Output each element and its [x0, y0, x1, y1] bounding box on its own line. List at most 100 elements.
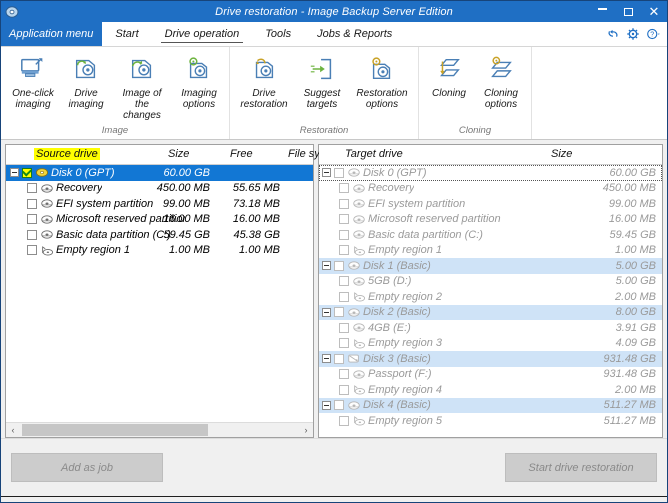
- source-row[interactable]: Recovery 450.00 MB 55.65 MB: [6, 181, 313, 197]
- row-checkbox[interactable]: [334, 400, 344, 411]
- source-horizontal-scrollbar[interactable]: ‹ ›: [6, 422, 313, 437]
- source-drive-list[interactable]: Disk 0 (GPT) 60.00 GB Recovery 450.00 MB 55.…: [6, 165, 313, 422]
- target-row[interactable]: Basic data partition (C:) 59.45 GB: [319, 227, 662, 243]
- target-row[interactable]: Disk 3 (Basic) 931.48 GB: [319, 351, 662, 367]
- source-row[interactable]: Empty region 1 1.00 MB 1.00 MB: [6, 243, 313, 259]
- scroll-right-button[interactable]: ›: [299, 423, 313, 437]
- target-row[interactable]: Disk 2 (Basic) 8.00 GB: [319, 304, 662, 320]
- add-as-job-button[interactable]: Add as job: [11, 453, 163, 482]
- cloning-button[interactable]: Cloning: [423, 50, 475, 99]
- source-row-free: 16.00 MB: [232, 213, 280, 226]
- source-row-free: 1.00 MB: [239, 244, 280, 257]
- target-row[interactable]: 4GB (E:) 3.91 GB: [319, 320, 662, 336]
- row-checkbox[interactable]: [339, 384, 349, 395]
- expand-collapse-toggle[interactable]: [322, 307, 331, 317]
- target-row[interactable]: Disk 4 (Basic) 511.27 MB: [319, 397, 662, 413]
- source-row-name: Empty region 1: [56, 244, 130, 257]
- target-drive-list[interactable]: Disk 0 (GPT) 60.00 GB Recovery 450.00 MB EFI…: [319, 165, 662, 437]
- source-row[interactable]: Microsoft reserved partition 16.00 MB 16.0…: [6, 212, 313, 228]
- close-button[interactable]: ✕: [641, 1, 667, 22]
- ribbon-group-cloning-label: Cloning: [458, 125, 492, 136]
- target-row[interactable]: EFI system partition 99.00 MB: [319, 196, 662, 212]
- drive-imaging-button[interactable]: Drive imaging: [61, 50, 111, 110]
- row-checkbox[interactable]: [339, 338, 349, 349]
- one-click-imaging-button[interactable]: One-click imaging: [5, 50, 61, 110]
- row-checkbox[interactable]: [339, 322, 349, 333]
- row-checkbox[interactable]: [334, 260, 344, 271]
- one-click-imaging-icon: [18, 52, 48, 86]
- target-row[interactable]: Disk 0 (GPT) 60.00 GB: [319, 165, 662, 181]
- row-checkbox[interactable]: [22, 167, 32, 178]
- start-drive-restoration-button[interactable]: Start drive restoration: [505, 453, 657, 482]
- row-checkbox[interactable]: [339, 276, 349, 287]
- row-checkbox[interactable]: [339, 214, 349, 225]
- column-header-target-size[interactable]: Size: [551, 148, 572, 160]
- minimize-button[interactable]: [589, 1, 615, 29]
- target-row-name: Empty region 3: [368, 337, 442, 350]
- expand-collapse-toggle[interactable]: [322, 354, 331, 364]
- help-icon[interactable]: ?: [646, 27, 660, 41]
- expand-collapse-toggle[interactable]: [322, 168, 331, 178]
- row-checkbox[interactable]: [339, 183, 349, 194]
- tab-drive-operation[interactable]: Drive operation: [152, 22, 253, 46]
- target-row[interactable]: Disk 1 (Basic) 5.00 GB: [319, 258, 662, 274]
- scroll-thumb[interactable]: [22, 424, 208, 436]
- target-row[interactable]: Empty region 4 2.00 MB: [319, 382, 662, 398]
- expand-collapse-toggle[interactable]: [322, 400, 331, 410]
- drive-restoration-button[interactable]: Drive restoration: [234, 50, 294, 110]
- target-row[interactable]: Microsoft reserved partition 16.00 MB: [319, 212, 662, 228]
- row-checkbox[interactable]: [334, 353, 344, 364]
- row-checkbox[interactable]: [339, 291, 349, 302]
- source-row-size: 99.00 MB: [162, 197, 210, 210]
- imaging-options-label: Imaging options: [181, 88, 217, 110]
- target-row[interactable]: Empty region 2 2.00 MB: [319, 289, 662, 305]
- row-checkbox[interactable]: [334, 167, 344, 178]
- row-checkbox[interactable]: [334, 307, 344, 318]
- row-checkbox[interactable]: [27, 198, 37, 209]
- row-checkbox[interactable]: [27, 229, 37, 240]
- imaging-options-button[interactable]: Imaging options: [173, 50, 225, 110]
- row-checkbox[interactable]: [27, 214, 37, 225]
- tab-jobs-reports[interactable]: Jobs & Reports: [304, 22, 405, 46]
- target-row[interactable]: Empty region 3 4.09 GB: [319, 336, 662, 352]
- suggest-targets-button[interactable]: Suggest targets: [294, 50, 350, 110]
- status-bar: [1, 496, 667, 502]
- row-checkbox[interactable]: [27, 183, 37, 194]
- tab-tools[interactable]: Tools: [252, 22, 304, 46]
- column-header-free[interactable]: Free: [230, 148, 253, 160]
- image-of-changes-button[interactable]: Image of the changes: [111, 50, 173, 121]
- cloning-options-button[interactable]: Cloning options: [475, 50, 527, 110]
- target-row-size: 16.00 MB: [608, 213, 656, 226]
- target-row[interactable]: Recovery 450.00 MB: [319, 181, 662, 197]
- target-row[interactable]: Empty region 5 511.27 MB: [319, 413, 662, 429]
- column-header-source-drive[interactable]: Source drive: [34, 148, 100, 160]
- settings-gear-icon[interactable]: [626, 27, 640, 41]
- restoration-options-button[interactable]: Restoration options: [350, 50, 414, 110]
- cloning-icon: [434, 52, 464, 86]
- undo-icon[interactable]: [606, 27, 620, 41]
- row-checkbox[interactable]: [339, 415, 349, 426]
- row-checkbox[interactable]: [339, 229, 349, 240]
- application-menu-button[interactable]: Application menu: [1, 22, 103, 46]
- row-checkbox[interactable]: [339, 369, 349, 380]
- row-checkbox[interactable]: [27, 245, 37, 256]
- source-row[interactable]: Basic data partition (C:) 59.45 GB 45.38 G…: [6, 227, 313, 243]
- ribbon-group-restoration-label: Restoration: [299, 125, 349, 136]
- target-row[interactable]: Empty region 1 1.00 MB: [319, 243, 662, 259]
- maximize-button[interactable]: [615, 1, 641, 22]
- row-checkbox[interactable]: [339, 245, 349, 256]
- expand-collapse-toggle[interactable]: [322, 261, 331, 271]
- source-row[interactable]: Disk 0 (GPT) 60.00 GB: [6, 165, 313, 181]
- column-header-filesystem[interactable]: File sy: [288, 148, 320, 160]
- tab-start[interactable]: Start: [102, 22, 151, 46]
- row-checkbox[interactable]: [339, 198, 349, 209]
- target-row[interactable]: 5GB (D:) 5.00 GB: [319, 274, 662, 290]
- restoration-options-icon: [367, 52, 397, 86]
- target-row[interactable]: Passport (F:) 931.48 GB: [319, 367, 662, 383]
- scroll-left-button[interactable]: ‹: [6, 423, 20, 437]
- column-header-target-drive[interactable]: Target drive: [345, 148, 403, 160]
- scroll-track[interactable]: [20, 423, 299, 437]
- source-row[interactable]: EFI system partition 99.00 MB 73.18 MB: [6, 196, 313, 212]
- expand-collapse-toggle[interactable]: [10, 168, 19, 178]
- column-header-size[interactable]: Size: [168, 148, 189, 160]
